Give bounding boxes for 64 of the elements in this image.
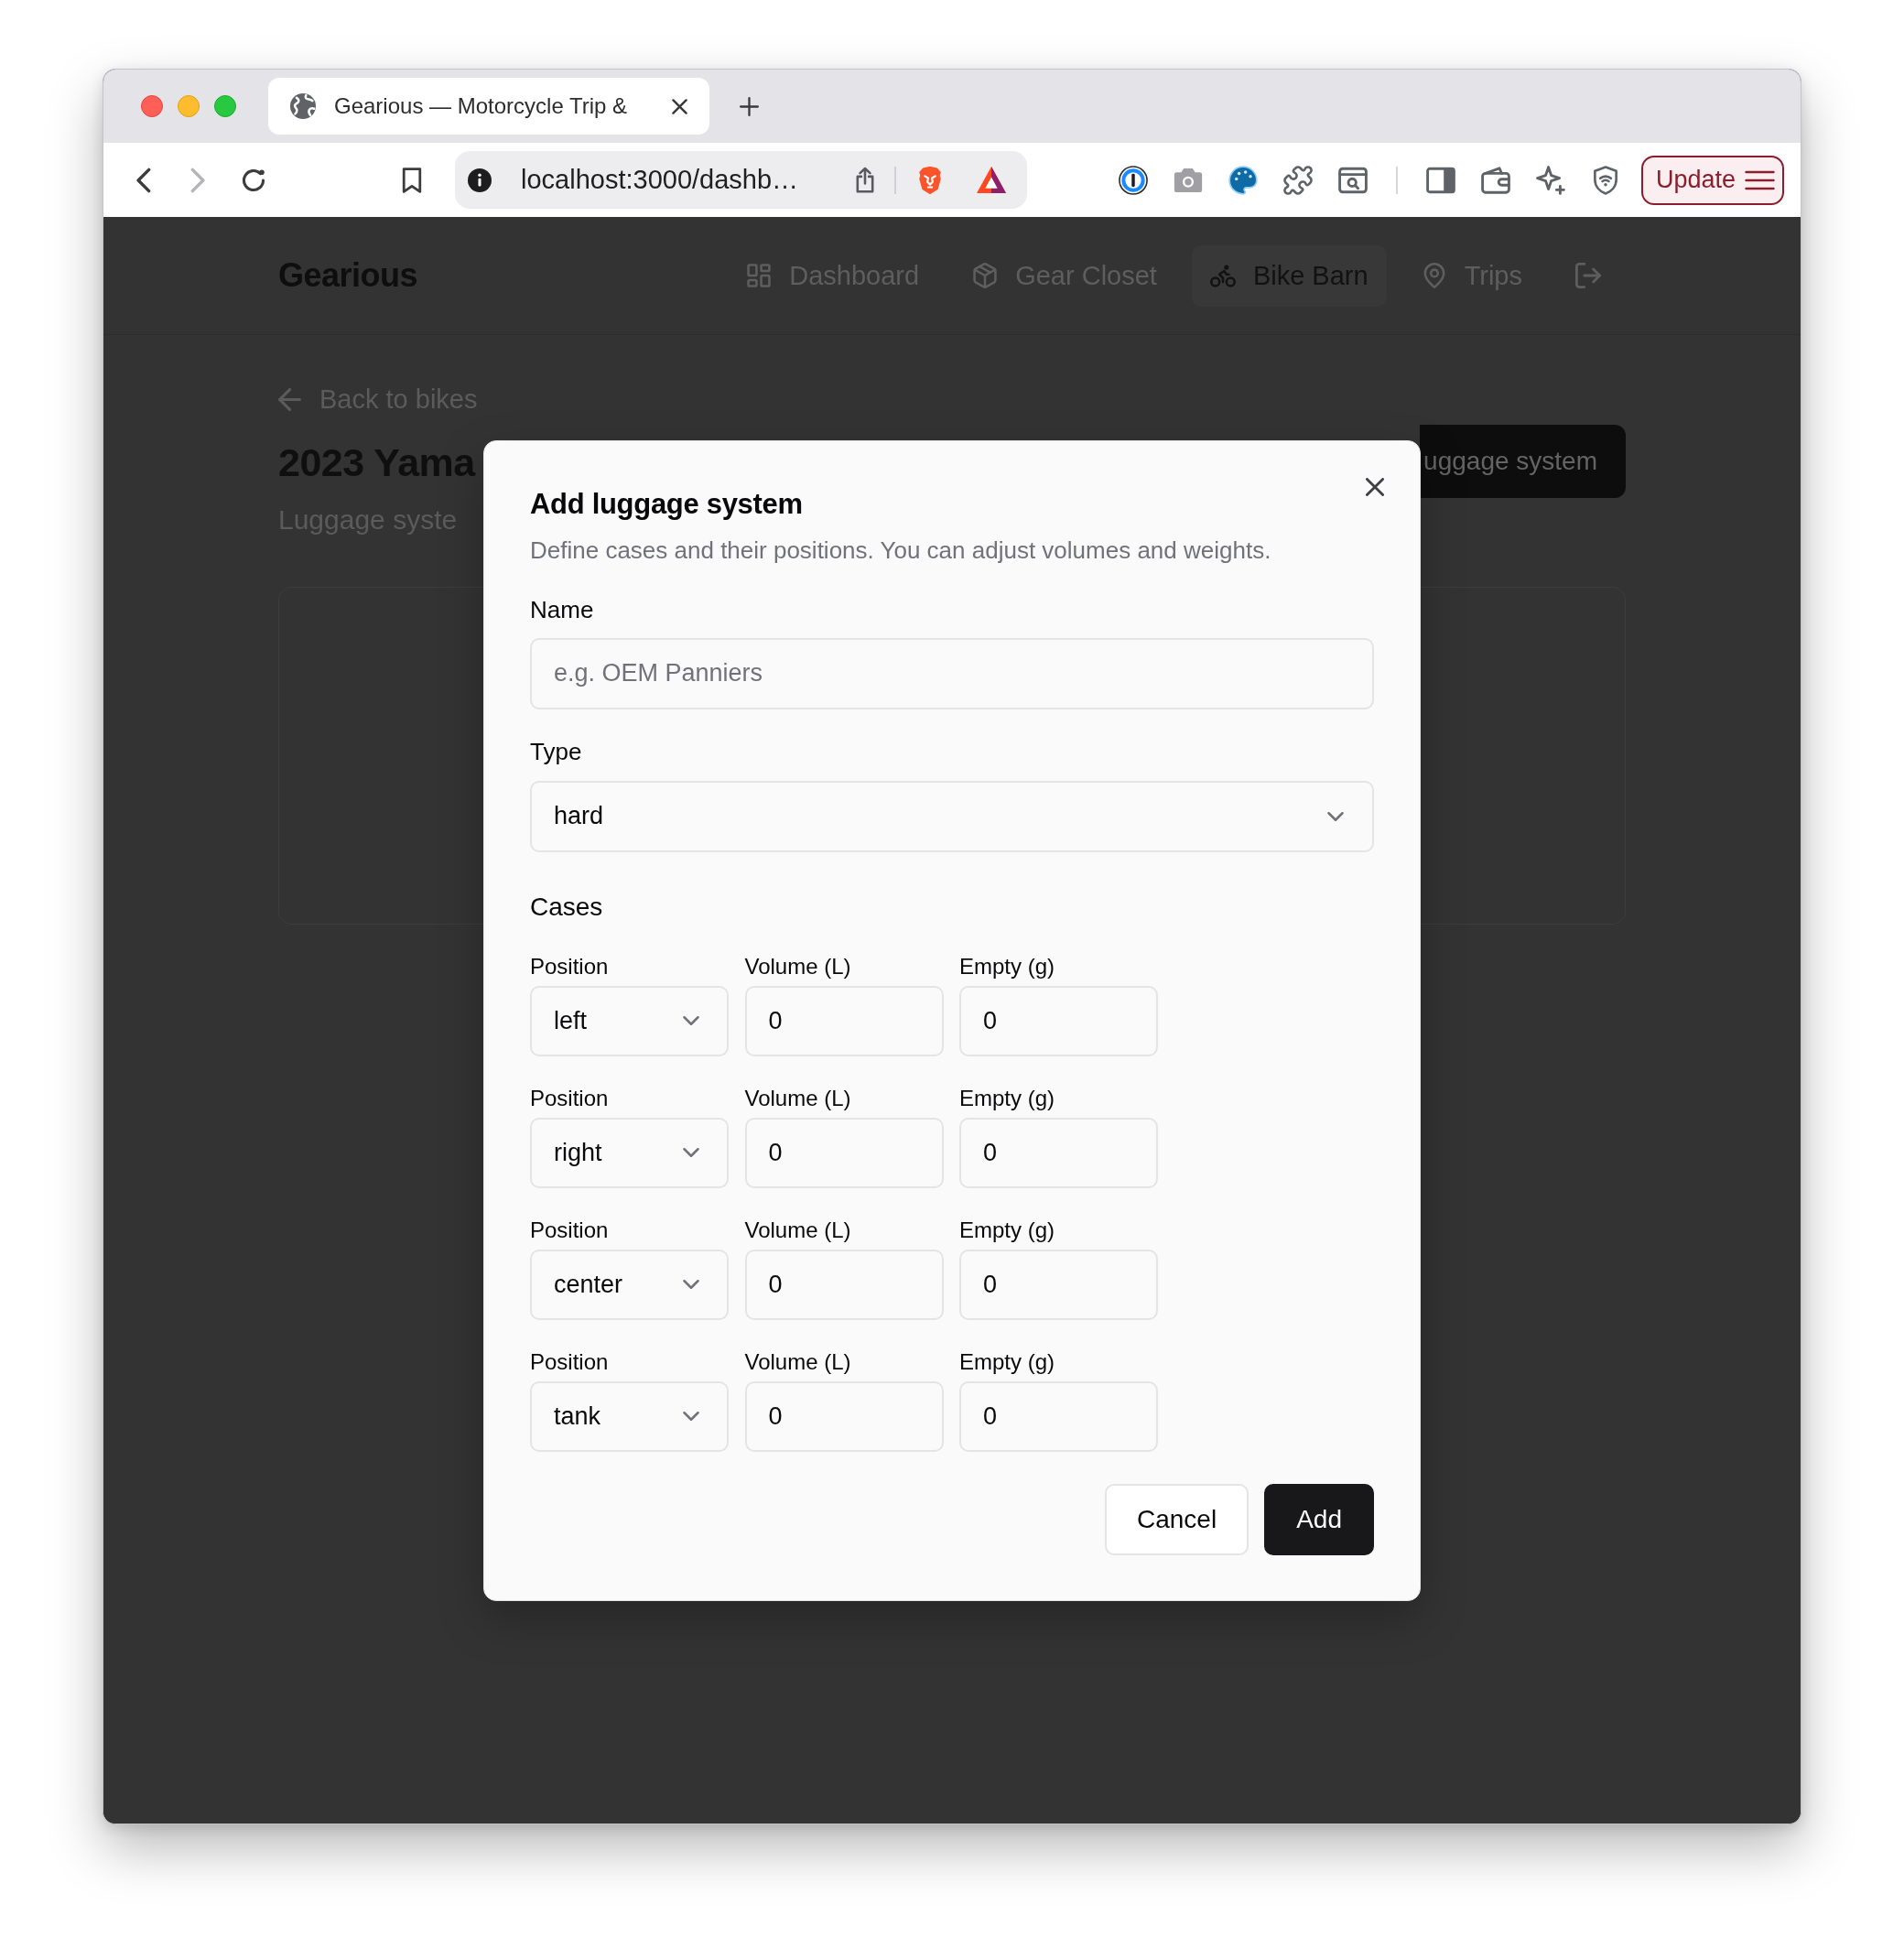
close-icon[interactable] bbox=[1366, 477, 1384, 496]
menu-icon bbox=[1745, 169, 1775, 190]
sidebar-icon[interactable] bbox=[1425, 165, 1455, 195]
field-label: Volume (L) bbox=[744, 952, 852, 980]
add-button[interactable]: Add bbox=[1264, 1483, 1374, 1555]
input-field[interactable]: 0 bbox=[744, 1249, 944, 1320]
chevron-down-icon bbox=[683, 1412, 699, 1421]
address-bar[interactable]: localhost:3000/dashb… bbox=[455, 151, 1027, 209]
field-label: Empty (g) bbox=[959, 952, 1055, 980]
close-window-icon[interactable] bbox=[141, 95, 163, 117]
new-tab-icon[interactable] bbox=[740, 96, 759, 116]
field-label: Type bbox=[530, 736, 583, 767]
lion-shield-icon[interactable] bbox=[918, 165, 942, 195]
input-field[interactable]: 0 bbox=[959, 1249, 1158, 1320]
field-label: Volume (L) bbox=[744, 1216, 852, 1244]
select-field[interactable]: tank bbox=[530, 1380, 729, 1452]
bicycle-icon bbox=[1209, 263, 1236, 288]
chevron-down-icon bbox=[1327, 811, 1344, 821]
puzzle-icon[interactable] bbox=[1282, 165, 1313, 195]
chevron-down-icon bbox=[683, 1148, 699, 1157]
globe-icon bbox=[290, 93, 316, 119]
share-icon[interactable] bbox=[855, 166, 875, 194]
field-label: Empty (g) bbox=[959, 1216, 1055, 1244]
select-field[interactable]: hard bbox=[530, 780, 1374, 852]
field-label: Empty (g) bbox=[959, 1084, 1055, 1112]
field-label: Volume (L) bbox=[744, 1347, 852, 1376]
close-icon[interactable] bbox=[672, 98, 687, 114]
input-field[interactable]: 0 bbox=[744, 1380, 944, 1452]
input-field[interactable]: 0 bbox=[959, 1380, 1158, 1452]
cancel-button[interactable]: Cancel bbox=[1105, 1483, 1250, 1555]
palette-icon[interactable] bbox=[1228, 165, 1258, 195]
select-field[interactable]: center bbox=[530, 1249, 729, 1320]
wallet-icon[interactable] bbox=[1480, 165, 1510, 195]
reload-icon[interactable] bbox=[241, 167, 266, 193]
field-label: Position bbox=[530, 1347, 610, 1376]
field-label: Empty (g) bbox=[959, 1347, 1055, 1376]
triangle-icon[interactable] bbox=[977, 167, 1006, 193]
field-label: Position bbox=[530, 1216, 610, 1244]
section-heading: Cases bbox=[530, 891, 604, 923]
field-label: Name bbox=[530, 594, 595, 625]
field-label: Position bbox=[530, 1084, 610, 1112]
sparkle-icon[interactable] bbox=[1535, 165, 1565, 195]
ring-icon[interactable] bbox=[1118, 165, 1148, 195]
field-label: Position bbox=[530, 952, 610, 980]
bookmark-icon[interactable] bbox=[402, 167, 422, 193]
grid-icon bbox=[746, 263, 773, 288]
cube-icon bbox=[972, 263, 999, 288]
dialog-title: Add luggage system bbox=[530, 486, 804, 522]
search-window-icon[interactable] bbox=[1337, 165, 1368, 195]
chevron-down-icon bbox=[683, 1016, 699, 1025]
input-field[interactable]: 0 bbox=[959, 985, 1158, 1056]
field-label: Volume (L) bbox=[744, 1084, 852, 1112]
update-button[interactable]: Update bbox=[1640, 155, 1784, 205]
select-field[interactable]: left bbox=[530, 985, 729, 1056]
input-field[interactable]: e.g. OEM Panniers bbox=[530, 637, 1374, 709]
input-field[interactable]: 0 bbox=[744, 985, 944, 1056]
info-icon[interactable] bbox=[468, 168, 492, 192]
dialog-description: Define cases and their positions. You can adjust volumes and weights. bbox=[530, 535, 1272, 566]
select-field[interactable]: right bbox=[530, 1117, 729, 1188]
input-field[interactable]: 0 bbox=[959, 1117, 1158, 1188]
back-icon[interactable] bbox=[135, 167, 151, 193]
chevron-down-icon bbox=[683, 1280, 699, 1289]
input-field[interactable]: 0 bbox=[744, 1117, 944, 1188]
browser-tab[interactable]: Gearious — Motorcycle Trip & bbox=[268, 78, 709, 135]
